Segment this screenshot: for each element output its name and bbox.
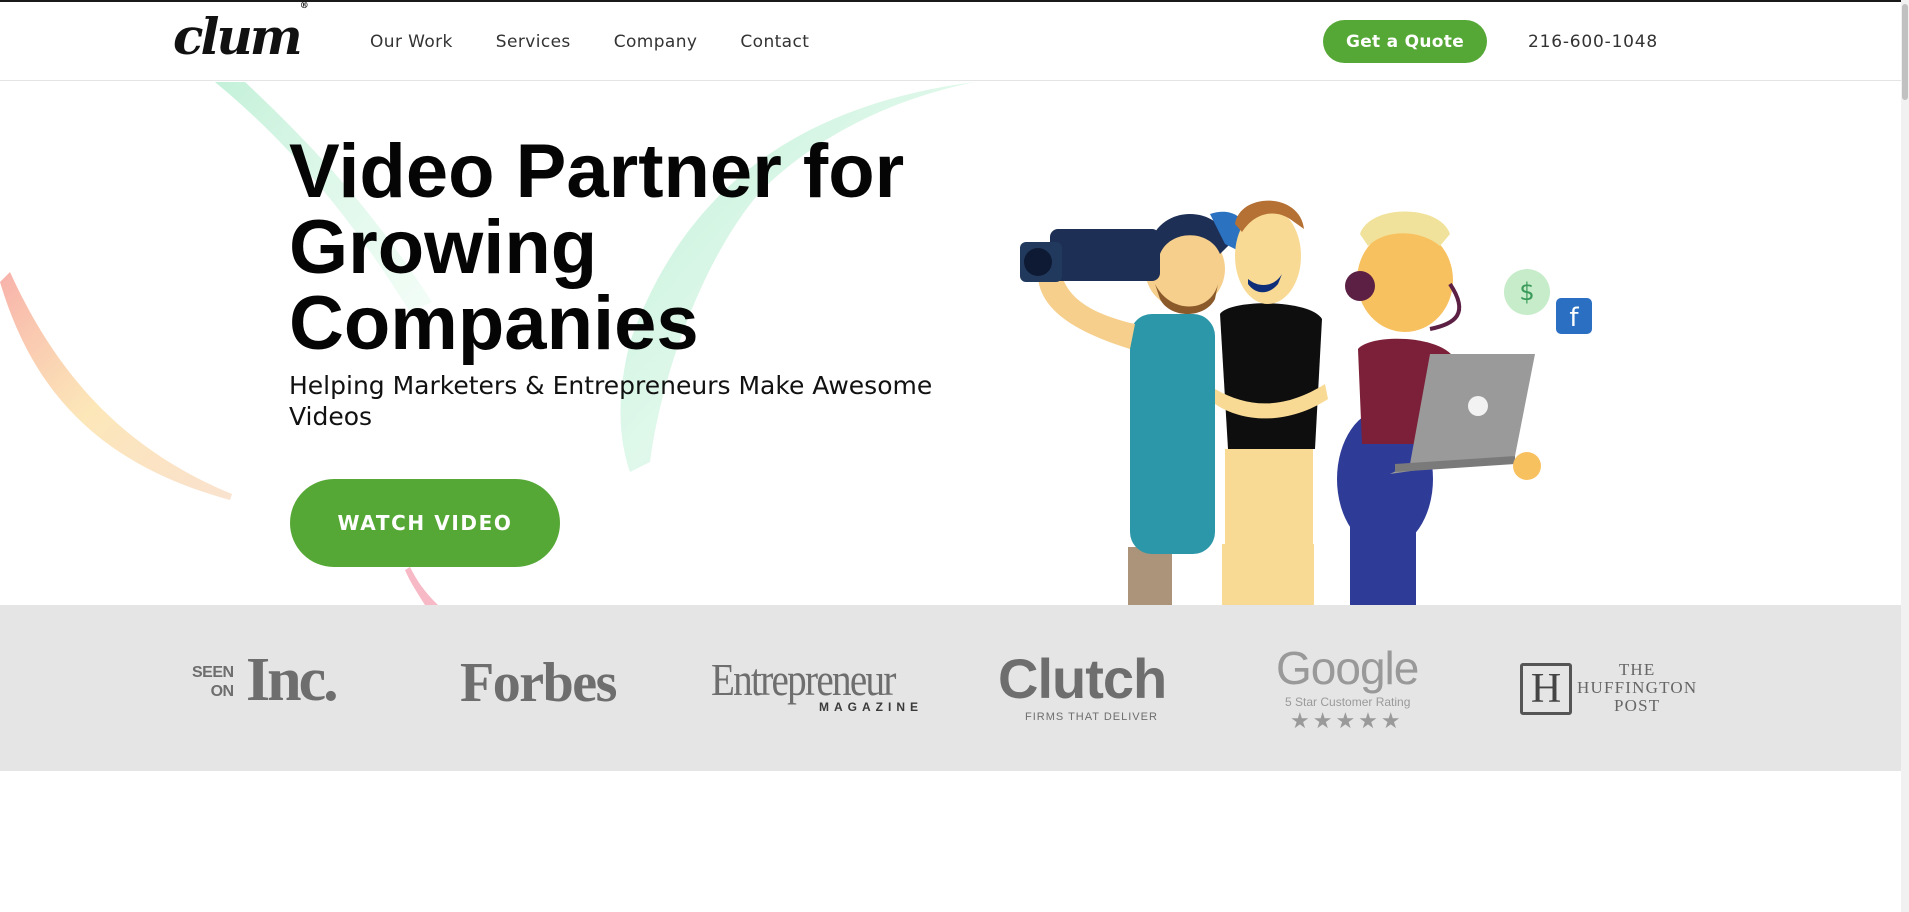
hero-section: Video Partner for Growing Companies Help… xyxy=(0,82,1901,605)
clutch-logo: Clutch xyxy=(998,647,1167,710)
inc-seen-on-label: SEEN ON xyxy=(192,664,234,700)
google-logo: Google xyxy=(1276,642,1419,694)
main-nav: Our Work Services Company Contact xyxy=(370,2,809,81)
inc-logo: Inc. xyxy=(246,646,339,714)
facebook-icon: f xyxy=(1556,298,1592,334)
google-rating-label: 5 Star Customer Rating xyxy=(1285,695,1411,709)
nav-company[interactable]: Company xyxy=(614,32,698,52)
nav-contact[interactable]: Contact xyxy=(740,32,809,52)
huffington-post-logo: THE HUFFINGTON POST xyxy=(1577,660,1698,715)
hero-subtitle: Helping Marketers & Entrepreneurs Make A… xyxy=(289,371,933,431)
hero-title: Video Partner for Growing Companies xyxy=(289,129,905,366)
star-rating-icon: ★★★★★ xyxy=(1290,709,1404,734)
director-figure xyxy=(1215,200,1328,605)
clutch-tagline: FIRMS THAT DELIVER xyxy=(1025,711,1158,723)
huffington-h-icon: H xyxy=(1520,663,1572,715)
entrepreneur-magazine-label: MAGAZINE xyxy=(819,700,923,714)
watch-video-button[interactable]: WATCH VIDEO xyxy=(290,479,560,567)
page-scrollbar[interactable] xyxy=(1901,0,1909,912)
nav-services[interactable]: Services xyxy=(496,32,571,52)
scrollbar-thumb[interactable] xyxy=(1902,4,1908,100)
press-logos-strip: SEEN ON Inc. Forbes Entrepreneur MAGAZINE… xyxy=(0,605,1901,771)
phone-number-link[interactable]: 216-600-1048 xyxy=(1528,32,1658,52)
team-illustration: $ f xyxy=(1020,200,1592,605)
nav-our-work[interactable]: Our Work xyxy=(370,32,453,52)
site-header: clum® Our Work Services Company Contact … xyxy=(0,2,1901,81)
svg-text:$: $ xyxy=(1519,278,1534,306)
svg-text:f: f xyxy=(1569,303,1579,333)
forbes-logo: Forbes xyxy=(460,652,617,714)
get-a-quote-button[interactable]: Get a Quote xyxy=(1323,20,1487,63)
support-figure xyxy=(1337,211,1541,605)
dollar-icon: $ xyxy=(1504,269,1550,315)
entrepreneur-logo: Entrepreneur xyxy=(711,654,896,705)
hero-brush-strokes xyxy=(0,82,975,605)
clum-logo[interactable]: clum® xyxy=(173,2,309,62)
cameraman-figure xyxy=(1020,211,1249,605)
